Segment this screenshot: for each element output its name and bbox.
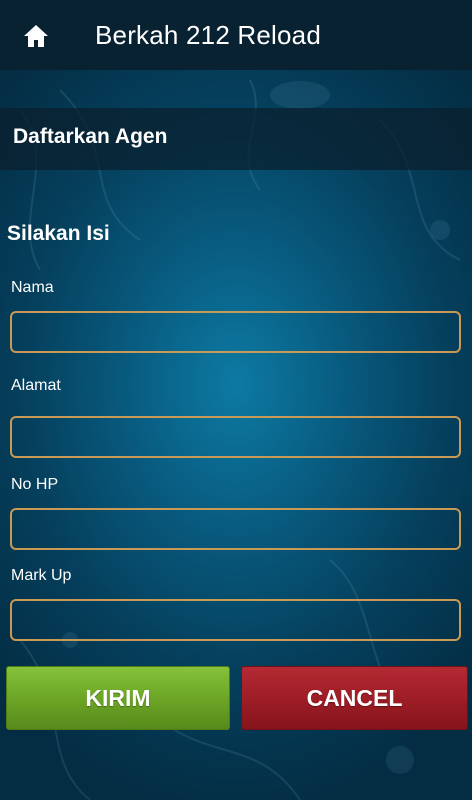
nama-input[interactable] xyxy=(10,311,461,353)
alamat-input[interactable] xyxy=(10,416,461,458)
section-title: Daftarkan Agen xyxy=(13,125,168,148)
kirim-button[interactable]: KIRIM xyxy=(6,666,230,730)
home-button[interactable] xyxy=(14,14,58,58)
nama-label: Nama xyxy=(11,279,54,296)
mark-up-input[interactable] xyxy=(10,599,461,641)
section-header: Daftarkan Agen xyxy=(0,108,472,170)
home-icon xyxy=(24,25,48,47)
cancel-button[interactable]: CANCEL xyxy=(241,666,468,730)
app-title: Berkah 212 Reload xyxy=(95,20,321,50)
alamat-label: Alamat xyxy=(11,377,61,394)
no-hp-input[interactable] xyxy=(10,508,461,550)
form-heading: Silakan Isi xyxy=(7,222,110,245)
cancel-button-label: CANCEL xyxy=(306,684,403,711)
no-hp-label: No HP xyxy=(11,476,59,493)
mark-up-label: Mark Up xyxy=(11,567,72,584)
kirim-button-label: KIRIM xyxy=(85,684,151,711)
app-bar: Berkah 212 Reload xyxy=(0,0,472,70)
